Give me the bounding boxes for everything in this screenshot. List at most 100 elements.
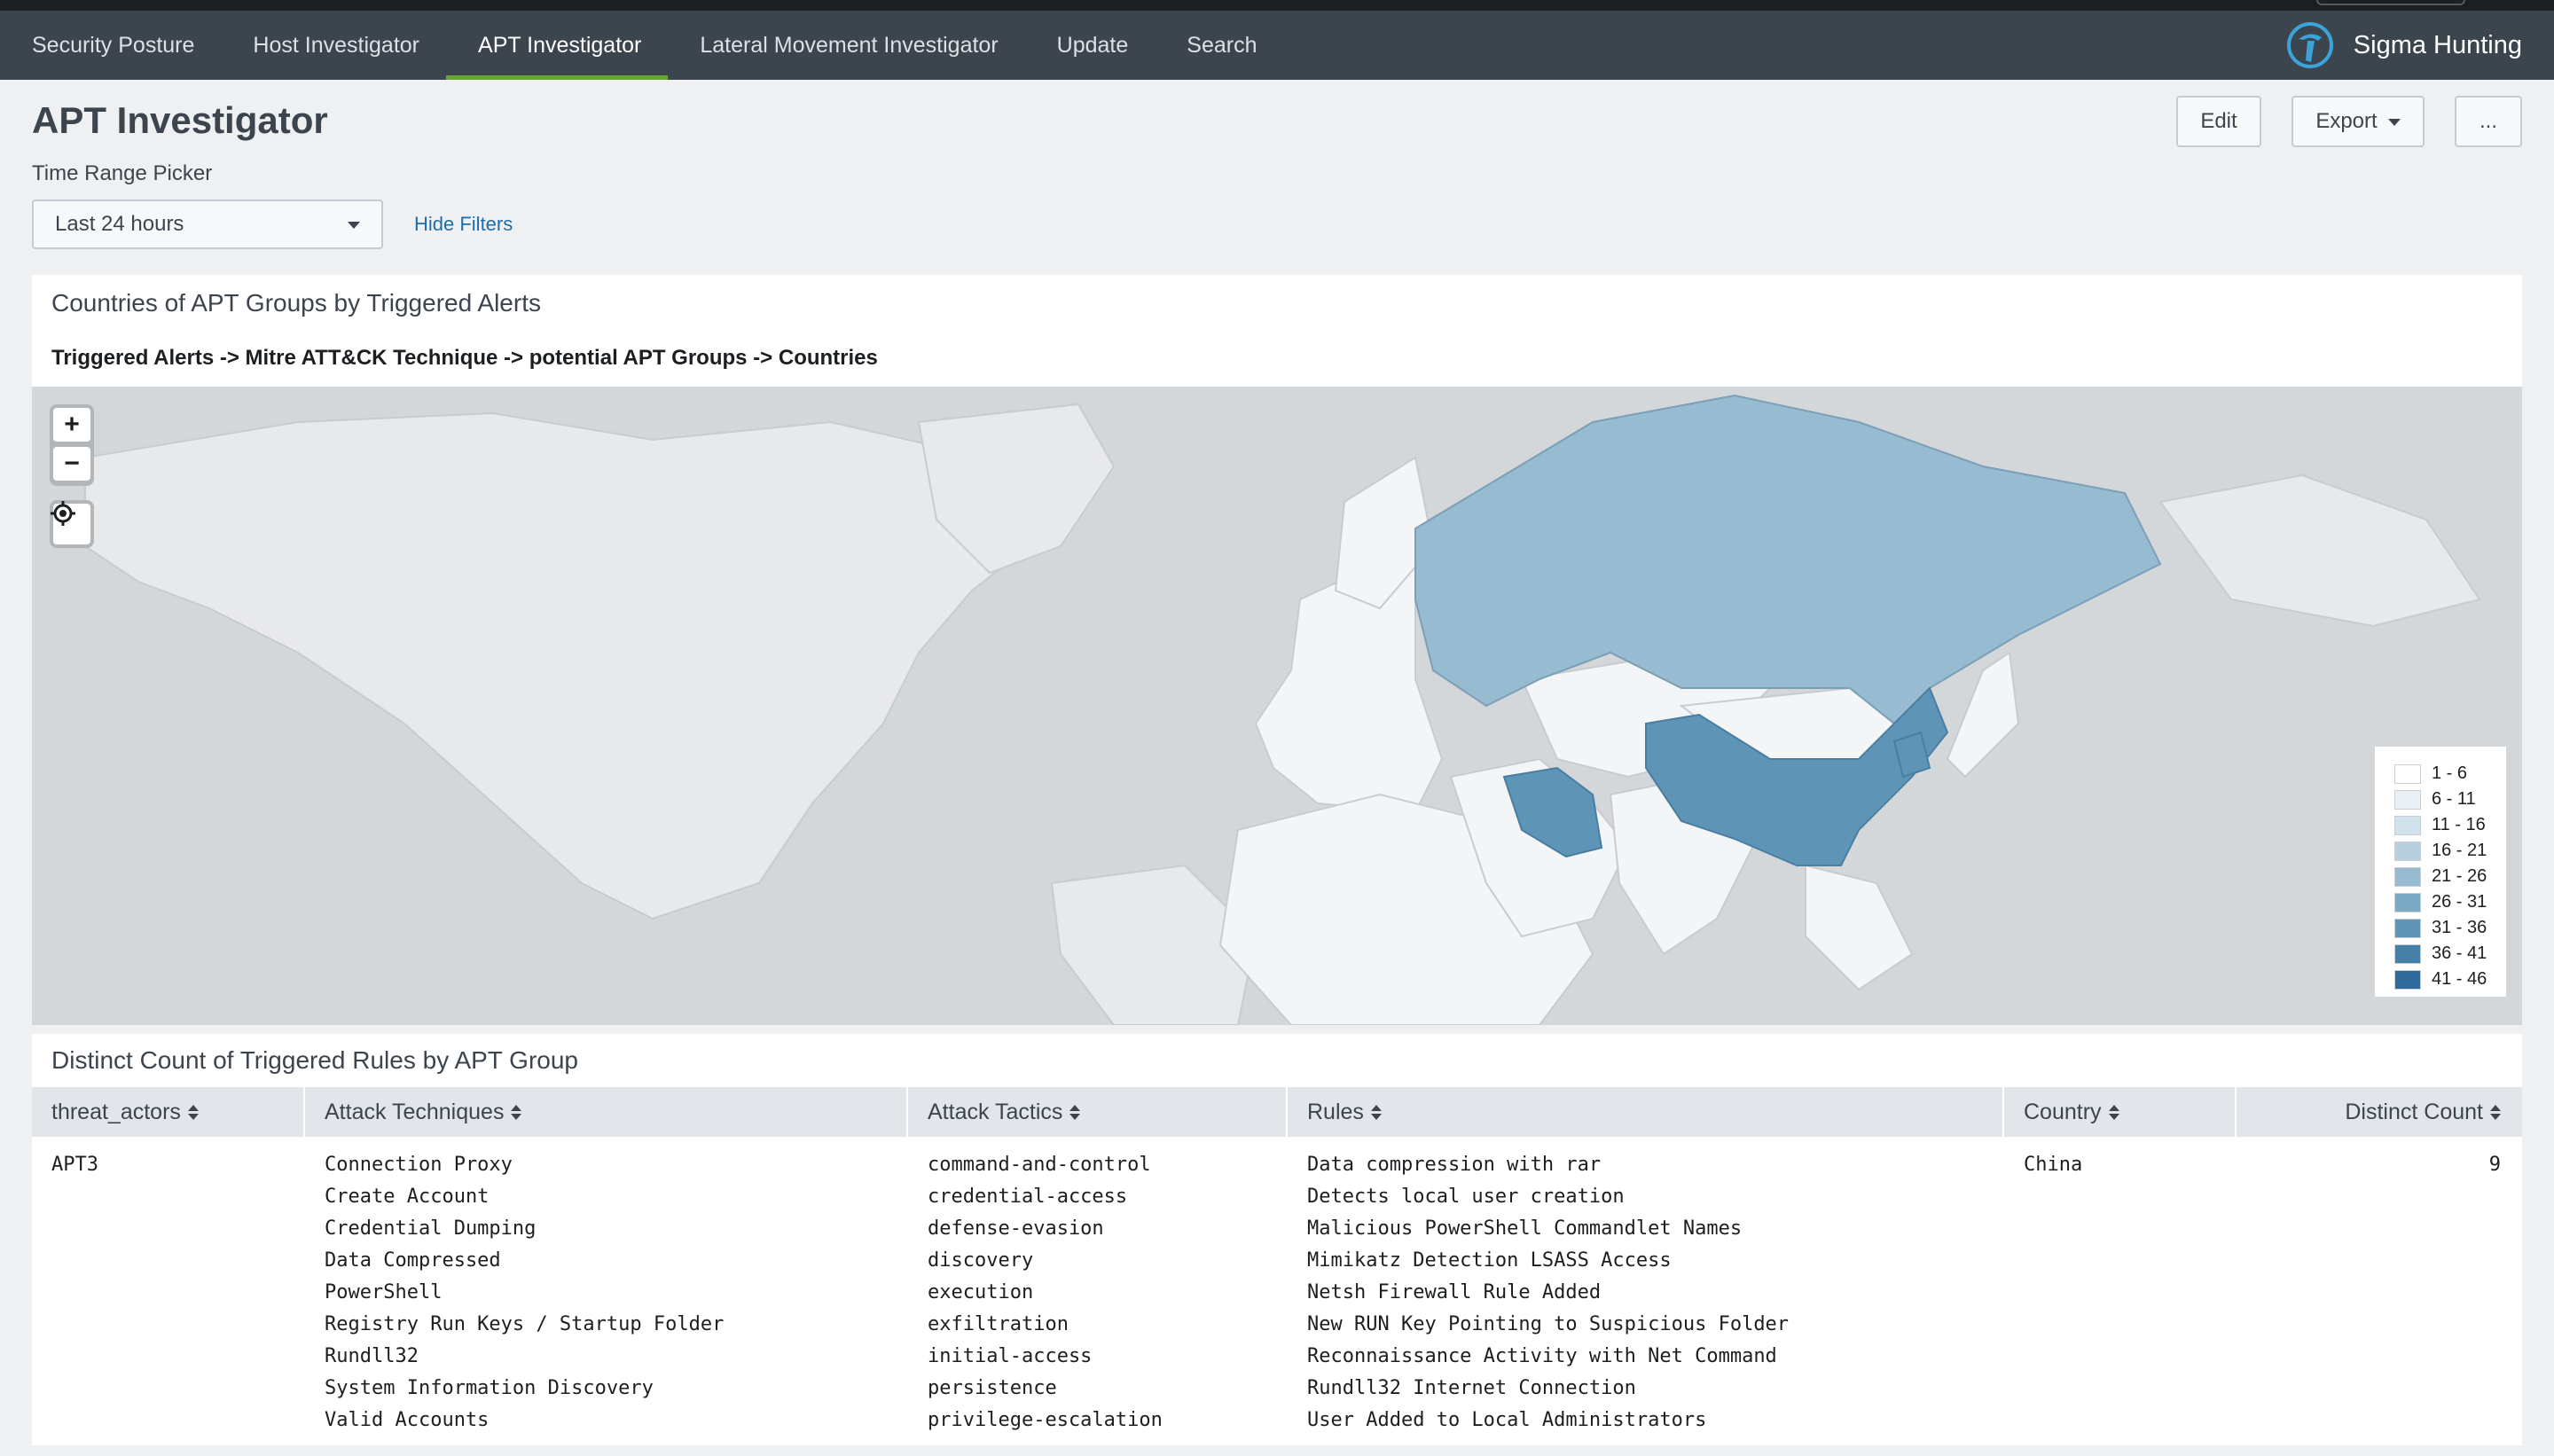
column-header-rules[interactable]: Rules [1288,1087,2004,1137]
top-strip-button[interactable] [2316,0,2465,5]
cell-value: command-and-control [928,1154,1151,1176]
legend-label: 1 - 6 [2432,763,2468,783]
cell-value: APT3 [51,1154,98,1176]
column-header-threat-actors[interactable]: threat_actors [32,1087,305,1137]
cell-value: Data compression with rar [1307,1154,1602,1176]
tab-lateral-movement-investigator[interactable]: Lateral Movement Investigator [668,11,1024,80]
zoom-controls: + − [50,404,94,486]
legend-swatch [2394,918,2421,938]
cell-value: Rundll32 [325,1345,419,1367]
cell-attack-tactics: command-and-control credential-access de… [908,1137,1288,1445]
cell-rules: Data compression with rar Detects local … [1288,1137,2004,1445]
tab-apt-investigator[interactable]: APT Investigator [446,11,669,80]
app-name: Sigma Hunting [2353,30,2522,59]
edit-button[interactable]: Edit [2176,96,2261,147]
column-label: Distinct Count [2345,1099,2483,1124]
legend-item: 11 - 16 [2394,812,2506,838]
cell-value: discovery [928,1249,1034,1272]
tab-search[interactable]: Search [1155,11,1283,80]
more-actions-button[interactable]: ... [2455,96,2522,147]
reset-view-button[interactable] [51,501,90,544]
cell-value: Connection Proxy [325,1154,513,1176]
sort-icon [187,1104,199,1120]
map-panel-title: Countries of APT Groups by Triggered Ale… [51,289,541,317]
time-range-label: Time Range Picker [32,161,213,185]
column-label: Country [2024,1099,2102,1124]
legend-swatch [2394,763,2421,784]
cell-value: Netsh Firewall Rule Added [1307,1281,1602,1303]
zoom-out-button[interactable]: − [53,447,90,481]
legend-item: 26 - 31 [2394,889,2506,915]
sort-icon [1370,1104,1382,1120]
sort-icon [511,1104,522,1120]
cell-value: initial-access [928,1345,1093,1367]
column-header-country[interactable]: Country [2004,1087,2237,1137]
map-panel-subtitle: Triggered Alerts -> Mitre ATT&CK Techniq… [51,346,878,370]
legend-swatch [2394,789,2421,810]
world-map [32,387,2522,1025]
export-button[interactable]: Export [2292,96,2425,147]
map-legend: 1 - 6 6 - 11 11 - 16 16 - 21 21 - 26 26 … [2375,747,2506,997]
tab-update[interactable]: Update [1025,11,1156,80]
app-navbar: Security Posture Host Investigator APT I… [0,11,2554,80]
legend-label: 21 - 26 [2432,866,2487,886]
cell-value: Rundll32 Internet Connection [1307,1377,1636,1399]
cell-threat-actor: APT3 [32,1137,305,1445]
column-header-attack-techniques[interactable]: Attack Techniques [305,1087,908,1137]
legend-item: 31 - 36 [2394,915,2506,941]
cell-attack-techniques: Connection Proxy Create Account Credenti… [305,1137,908,1445]
hide-filters-link[interactable]: Hide Filters [414,213,513,236]
sigma-logo-icon [2286,22,2333,68]
cell-value: Credential Dumping [325,1217,537,1240]
legend-swatch [2394,892,2421,912]
tab-host-investigator[interactable]: Host Investigator [221,11,446,80]
column-header-attack-tactics[interactable]: Attack Tactics [908,1087,1288,1137]
cell-value: System Information Discovery [325,1377,654,1399]
legend-swatch [2394,866,2421,887]
table-panel: Distinct Count of Triggered Rules by APT… [32,1034,2522,1445]
column-label: Rules [1307,1099,1364,1124]
legend-item: 41 - 46 [2394,967,2506,992]
nav-tabs: Security Posture Host Investigator APT I… [0,11,1284,80]
sort-icon [1069,1104,1081,1120]
cell-value: PowerShell [325,1281,443,1303]
zoom-in-button[interactable]: + [53,408,90,442]
legend-swatch [2394,815,2421,835]
map-panel: Countries of APT Groups by Triggered Ale… [32,275,2522,1025]
legend-label: 26 - 31 [2432,892,2487,912]
cell-value: Registry Run Keys / Startup Folder [325,1313,725,1335]
cell-value: Malicious PowerShell Commandlet Names [1307,1217,1743,1240]
table-panel-title: Distinct Count of Triggered Rules by APT… [51,1046,578,1074]
cell-value: defense-evasion [928,1217,1104,1240]
app-brand[interactable]: Sigma Hunting [2286,11,2522,80]
column-label: Attack Techniques [325,1099,505,1124]
export-label: Export [2315,109,2378,133]
legend-swatch [2394,943,2421,964]
legend-label: 16 - 21 [2432,841,2487,860]
legend-item: 21 - 26 [2394,864,2506,889]
dashboard-actions: Edit Export ... [2176,96,2522,147]
chevron-down-icon [2387,119,2401,126]
locate-control [50,500,94,548]
cell-value: Data Compressed [325,1249,501,1272]
cell-value: New RUN Key Pointing to Suspicious Folde… [1307,1313,1790,1335]
table-row[interactable]: APT3 Connection Proxy Create Account Cre… [32,1137,2522,1445]
choropleth-map[interactable]: + − 1 - 6 6 - 11 11 - 16 16 - 21 21 - 26 [32,387,2522,1025]
cell-value: Create Account [325,1186,490,1208]
system-top-strip [0,0,2554,11]
legend-item: 16 - 21 [2394,838,2506,864]
legend-item: 6 - 11 [2394,787,2506,812]
column-header-distinct-count[interactable]: Distinct Count [2237,1087,2522,1137]
cell-value: User Added to Local Administrators [1307,1409,1707,1431]
legend-item: 1 - 6 [2394,761,2506,787]
time-range-picker[interactable]: Last 24 hours [32,200,383,249]
legend-swatch [2394,841,2421,861]
table-header: threat_actors Attack Techniques Attack T… [32,1087,2522,1137]
time-range-value: Last 24 hours [55,212,184,236]
legend-item: 36 - 41 [2394,941,2506,967]
tab-security-posture[interactable]: Security Posture [0,11,221,80]
legend-label: 36 - 41 [2432,943,2487,963]
cell-distinct-count: 9 [2237,1137,2522,1445]
legend-label: 31 - 36 [2432,918,2487,937]
cell-value: credential-access [928,1186,1128,1208]
